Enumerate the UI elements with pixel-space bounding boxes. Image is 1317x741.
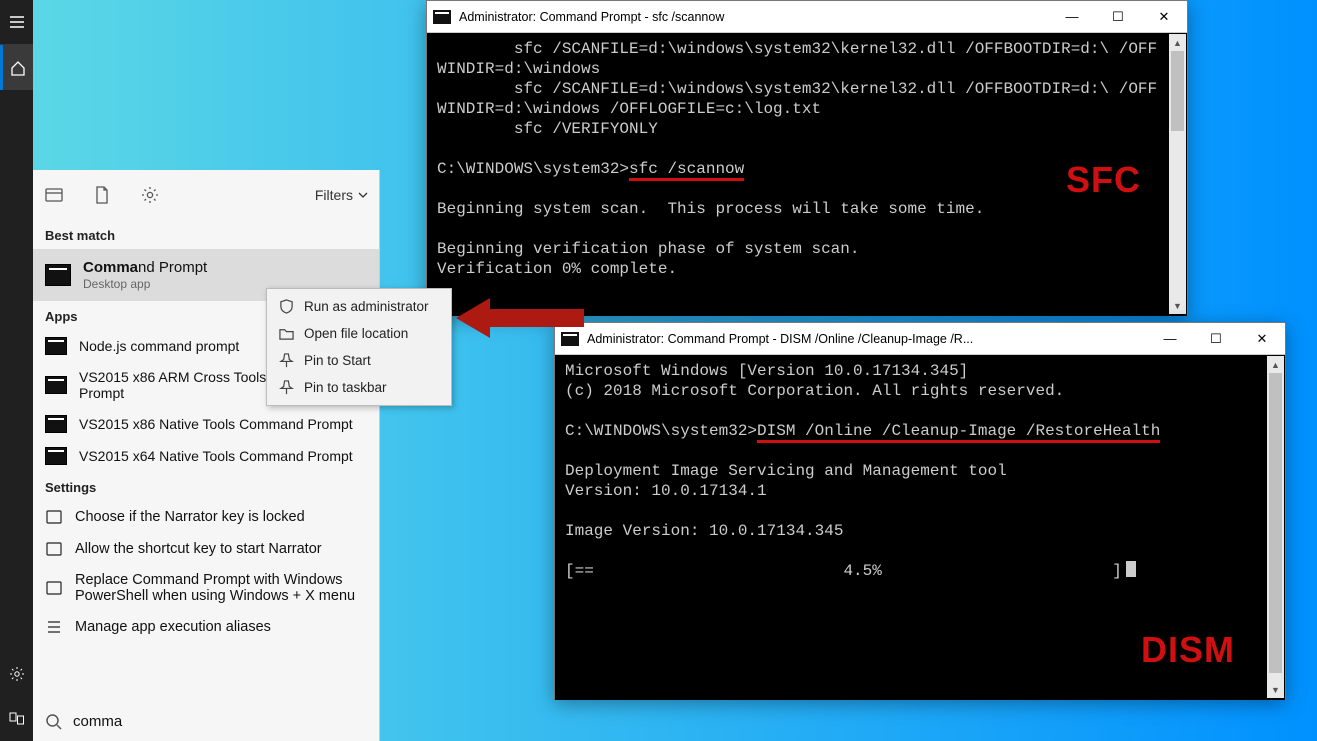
- setting-icon: [45, 618, 63, 636]
- context-menu: Run as administrator Open file location …: [266, 288, 452, 406]
- section-settings: Settings: [33, 472, 379, 501]
- scroll-down-icon[interactable]: ▼: [1267, 681, 1284, 698]
- section-best-match: Best match: [33, 220, 379, 249]
- cmd-icon: [433, 10, 451, 24]
- pin-icon: [279, 380, 294, 395]
- start-strip: [0, 0, 33, 741]
- ctx-run-as-admin[interactable]: Run as administrator: [267, 293, 451, 320]
- search-box: [33, 701, 379, 741]
- scroll-up-icon[interactable]: ▲: [1267, 356, 1284, 373]
- cortana-search-panel: Filters Best match Command Prompt Deskto…: [33, 170, 380, 741]
- annotation-sfc: SFC: [1066, 159, 1141, 201]
- maximize-button[interactable]: ☐: [1095, 1, 1141, 33]
- maximize-button[interactable]: ☐: [1193, 323, 1239, 355]
- scrollbar[interactable]: ▲ ▼: [1169, 34, 1186, 314]
- titlebar[interactable]: Administrator: Command Prompt - sfc /sca…: [427, 1, 1187, 33]
- app-result[interactable]: VS2015 x64 Native Tools Command Prompt: [33, 440, 379, 472]
- settings-gear-icon[interactable]: [0, 651, 33, 696]
- setting-result[interactable]: Allow the shortcut key to start Narrator: [33, 533, 379, 565]
- filters-dropdown[interactable]: Filters: [315, 187, 369, 203]
- cmd-icon: [45, 376, 67, 394]
- home-icon[interactable]: [0, 45, 33, 90]
- minimize-button[interactable]: —: [1049, 1, 1095, 33]
- window-title: Administrator: Command Prompt - DISM /On…: [587, 332, 1147, 346]
- titlebar[interactable]: Administrator: Command Prompt - DISM /On…: [555, 323, 1285, 355]
- search-icon: [45, 713, 63, 731]
- scrollbar[interactable]: ▲ ▼: [1267, 356, 1284, 698]
- setting-icon: [45, 579, 63, 597]
- setting-result[interactable]: Manage app execution aliases: [33, 611, 379, 643]
- setting-icon: [45, 508, 63, 526]
- feedback-icon[interactable]: [0, 696, 33, 741]
- setting-result[interactable]: Replace Command Prompt with Windows Powe…: [33, 565, 379, 611]
- filters-label: Filters: [315, 187, 353, 203]
- search-input[interactable]: [73, 713, 367, 730]
- annotation-dism: DISM: [1141, 629, 1235, 671]
- ctx-open-location[interactable]: Open file location: [267, 320, 451, 347]
- ctx-pin-taskbar[interactable]: Pin to taskbar: [267, 374, 451, 401]
- pin-icon: [279, 353, 294, 368]
- panel-top-bar: Filters: [33, 170, 379, 220]
- best-match-title: Command Prompt: [83, 259, 367, 276]
- ctx-pin-start[interactable]: Pin to Start: [267, 347, 451, 374]
- setting-result[interactable]: Choose if the Narrator key is locked: [33, 501, 379, 533]
- annotation-arrow: [456, 296, 586, 340]
- folder-icon: [279, 326, 294, 341]
- window-title: Administrator: Command Prompt - sfc /sca…: [459, 10, 1049, 24]
- close-button[interactable]: ✕: [1141, 1, 1187, 33]
- cmd-icon: [45, 447, 67, 465]
- minimize-button[interactable]: —: [1147, 323, 1193, 355]
- apps-view-icon[interactable]: [43, 184, 65, 206]
- gear-icon[interactable]: [139, 184, 161, 206]
- cursor: [1126, 561, 1136, 577]
- scroll-thumb[interactable]: [1171, 51, 1184, 131]
- cmd-icon: [45, 415, 67, 433]
- scroll-down-icon[interactable]: ▼: [1169, 297, 1186, 314]
- cmd-icon: [45, 264, 71, 286]
- cmd-window-dism: Administrator: Command Prompt - DISM /On…: [554, 322, 1286, 700]
- chevron-down-icon: [357, 189, 369, 201]
- close-button[interactable]: ✕: [1239, 323, 1285, 355]
- document-icon[interactable]: [91, 184, 113, 206]
- scroll-thumb[interactable]: [1269, 373, 1282, 673]
- shield-icon: [279, 299, 294, 314]
- cmd-window-sfc: Administrator: Command Prompt - sfc /sca…: [426, 0, 1188, 316]
- setting-icon: [45, 540, 63, 558]
- app-result[interactable]: VS2015 x86 Native Tools Command Prompt: [33, 408, 379, 440]
- hamburger-icon[interactable]: [0, 0, 33, 45]
- cmd-icon: [45, 337, 67, 355]
- scroll-up-icon[interactable]: ▲: [1169, 34, 1186, 51]
